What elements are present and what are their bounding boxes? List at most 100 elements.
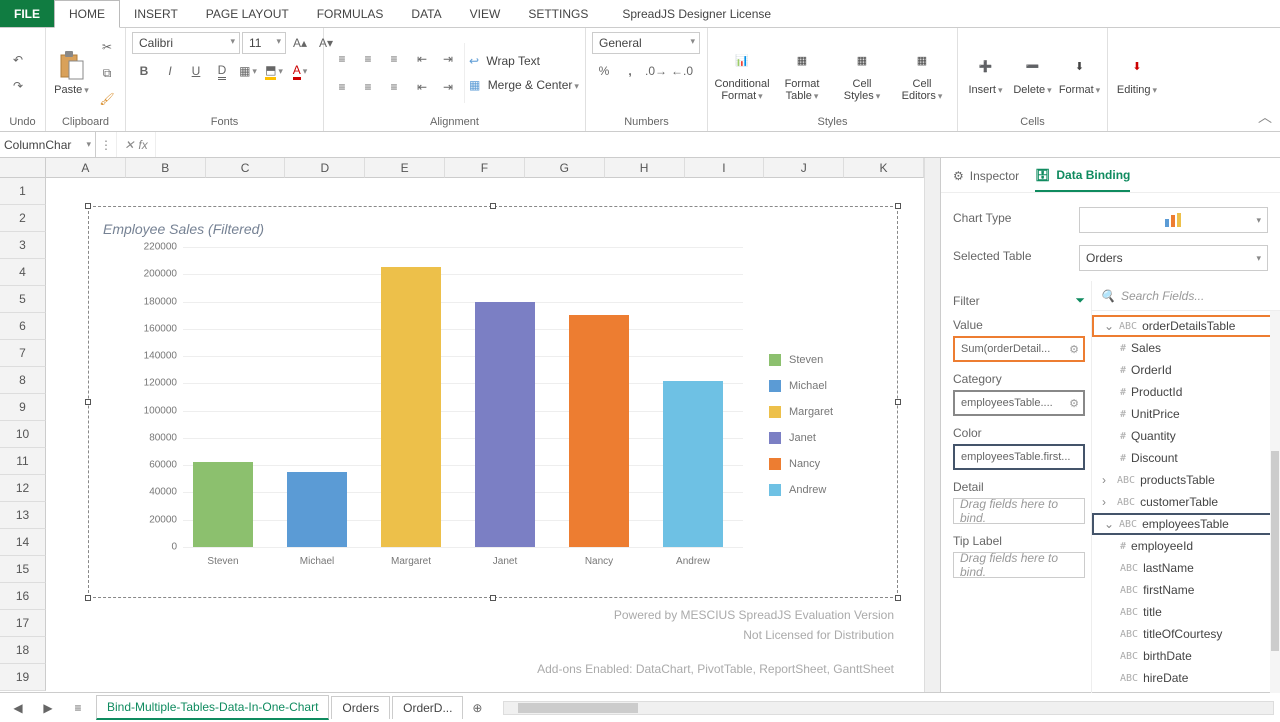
align-left-icon[interactable]: ≡: [330, 76, 354, 98]
row-header[interactable]: 17: [0, 610, 46, 637]
col-header[interactable]: J: [764, 158, 844, 178]
merge-center-button[interactable]: ▦ Merge & Center: [469, 78, 579, 92]
cell-styles-button[interactable]: ▦Cell Styles: [834, 44, 890, 102]
row-header[interactable]: 13: [0, 502, 46, 529]
tree-node[interactable]: ⌄ABCemployeesTable: [1092, 513, 1280, 535]
tip-dropzone[interactable]: Drag fields here to bind.: [953, 552, 1085, 578]
indent-left-icon[interactable]: ⇤: [410, 76, 434, 98]
tree-scrollbar[interactable]: [1270, 311, 1280, 693]
tree-node[interactable]: ABCbirthDate: [1092, 645, 1280, 667]
col-header[interactable]: A: [46, 158, 126, 178]
col-header[interactable]: I: [685, 158, 765, 178]
menu-settings[interactable]: SETTINGS: [514, 0, 602, 27]
italic-icon[interactable]: I: [158, 60, 182, 82]
insert-button[interactable]: ➕Insert: [964, 50, 1007, 96]
search-fields-input[interactable]: 🔍 Search Fields...: [1092, 281, 1280, 311]
double-underline-icon[interactable]: D: [210, 60, 234, 82]
tree-node[interactable]: #UnitPrice: [1092, 403, 1280, 425]
selected-table-select[interactable]: Orders: [1079, 245, 1268, 271]
tree-node[interactable]: #ProductId: [1092, 381, 1280, 403]
all-sheets-icon[interactable]: ≡: [66, 697, 90, 719]
decrease-indent-icon[interactable]: ⇤: [410, 48, 434, 70]
row-header[interactable]: 11: [0, 448, 46, 475]
gear-icon[interactable]: ⚙: [1069, 343, 1079, 356]
increase-indent-icon[interactable]: ⇥: [436, 48, 460, 70]
align-top-icon[interactable]: ≡: [330, 48, 354, 70]
cancel-icon[interactable]: ✕: [124, 138, 134, 152]
cut-icon[interactable]: ✂: [95, 36, 119, 58]
row-header[interactable]: 10: [0, 421, 46, 448]
undo-icon[interactable]: ↶: [6, 49, 30, 71]
row-header[interactable]: 19: [0, 664, 46, 691]
col-header[interactable]: D: [285, 158, 365, 178]
chart-object[interactable]: Employee Sales (Filtered) 02000040000600…: [88, 206, 898, 598]
format-painter-icon[interactable]: 🖌: [95, 88, 119, 110]
delete-button[interactable]: ➖Delete: [1011, 50, 1054, 96]
category-chip[interactable]: employeesTable....⚙: [953, 390, 1085, 416]
tree-node[interactable]: ABCtitle: [1092, 601, 1280, 623]
tree-node[interactable]: ›ABCcustomerTable: [1092, 491, 1280, 513]
tree-node[interactable]: ABClastName: [1092, 557, 1280, 579]
filter-icon[interactable]: ⏷: [1075, 293, 1085, 308]
percent-icon[interactable]: %: [592, 60, 616, 82]
menu-file[interactable]: FILE: [0, 0, 54, 27]
col-header[interactable]: F: [445, 158, 525, 178]
wrap-text-button[interactable]: ↩ Wrap Text: [469, 54, 540, 68]
menu-insert[interactable]: INSERT: [120, 0, 192, 27]
bold-icon[interactable]: B: [132, 60, 156, 82]
border-icon[interactable]: ▦: [236, 60, 260, 82]
row-header[interactable]: 8: [0, 367, 46, 394]
align-right-icon[interactable]: ≡: [382, 76, 406, 98]
fill-color-icon[interactable]: ⬒: [262, 60, 286, 82]
tree-node[interactable]: ABCtitleOfCourtesy: [1092, 623, 1280, 645]
fx-icon[interactable]: fx: [138, 138, 147, 152]
number-format-select[interactable]: General: [592, 32, 700, 54]
row-header[interactable]: 5: [0, 286, 46, 313]
chart-type-select[interactable]: [1079, 207, 1268, 233]
sheet-tab-active[interactable]: Bind-Multiple-Tables-Data-In-One-Chart: [96, 695, 329, 720]
tree-node[interactable]: #Sales: [1092, 337, 1280, 359]
menu-page-layout[interactable]: PAGE LAYOUT: [192, 0, 303, 27]
col-header[interactable]: K: [844, 158, 924, 178]
format-table-button[interactable]: ▦Format Table: [774, 44, 830, 102]
horizontal-scrollbar[interactable]: [503, 701, 1274, 715]
vertical-scrollbar[interactable]: [924, 158, 940, 692]
color-chip[interactable]: employeesTable.first...: [953, 444, 1085, 470]
row-header[interactable]: 15: [0, 556, 46, 583]
tree-node[interactable]: ›ABCproductsTable: [1092, 469, 1280, 491]
spreadsheet[interactable]: A B C D E F G H I J K 123456789101112131…: [0, 158, 940, 692]
tree-node[interactable]: #Quantity: [1092, 425, 1280, 447]
sheet-tab[interactable]: Orders: [331, 696, 390, 719]
align-bottom-icon[interactable]: ≡: [382, 48, 406, 70]
align-center-icon[interactable]: ≡: [356, 76, 380, 98]
menu-view[interactable]: VIEW: [456, 0, 515, 27]
editing-button[interactable]: ⬇Editing: [1114, 50, 1160, 96]
row-header[interactable]: 9: [0, 394, 46, 421]
collapse-ribbon-icon[interactable]: ︿: [1258, 107, 1272, 127]
row-header[interactable]: 1: [0, 178, 46, 205]
format-button[interactable]: ⬇Format: [1058, 50, 1101, 96]
row-header[interactable]: 2: [0, 205, 46, 232]
namebox-menu-icon[interactable]: ⋮: [96, 138, 116, 152]
menu-formulas[interactable]: FORMULAS: [303, 0, 398, 27]
row-header[interactable]: 6: [0, 313, 46, 340]
cell-grid[interactable]: Employee Sales (Filtered) 02000040000600…: [46, 178, 924, 692]
tree-node[interactable]: ABChireDate: [1092, 667, 1280, 689]
tree-node[interactable]: ⌄ABCorderDetailsTable: [1092, 315, 1280, 337]
row-header[interactable]: 12: [0, 475, 46, 502]
tree-node[interactable]: ABCfirstName: [1092, 579, 1280, 601]
menu-license[interactable]: SpreadJS Designer License: [608, 0, 785, 27]
next-sheet-icon[interactable]: ▶: [36, 697, 60, 719]
first-sheet-icon[interactable]: ◀: [6, 697, 30, 719]
detail-dropzone[interactable]: Drag fields here to bind.: [953, 498, 1085, 524]
row-header[interactable]: 4: [0, 259, 46, 286]
copy-icon[interactable]: ⧉: [95, 62, 119, 84]
name-box[interactable]: ColumnChar: [0, 132, 96, 157]
col-header[interactable]: H: [605, 158, 685, 178]
tree-node[interactable]: #employeeId: [1092, 535, 1280, 557]
menu-home[interactable]: HOME: [54, 0, 120, 28]
font-color-icon[interactable]: A: [288, 60, 312, 82]
col-header[interactable]: E: [365, 158, 445, 178]
add-sheet-icon[interactable]: ⊕: [465, 697, 489, 719]
row-header[interactable]: 16: [0, 583, 46, 610]
